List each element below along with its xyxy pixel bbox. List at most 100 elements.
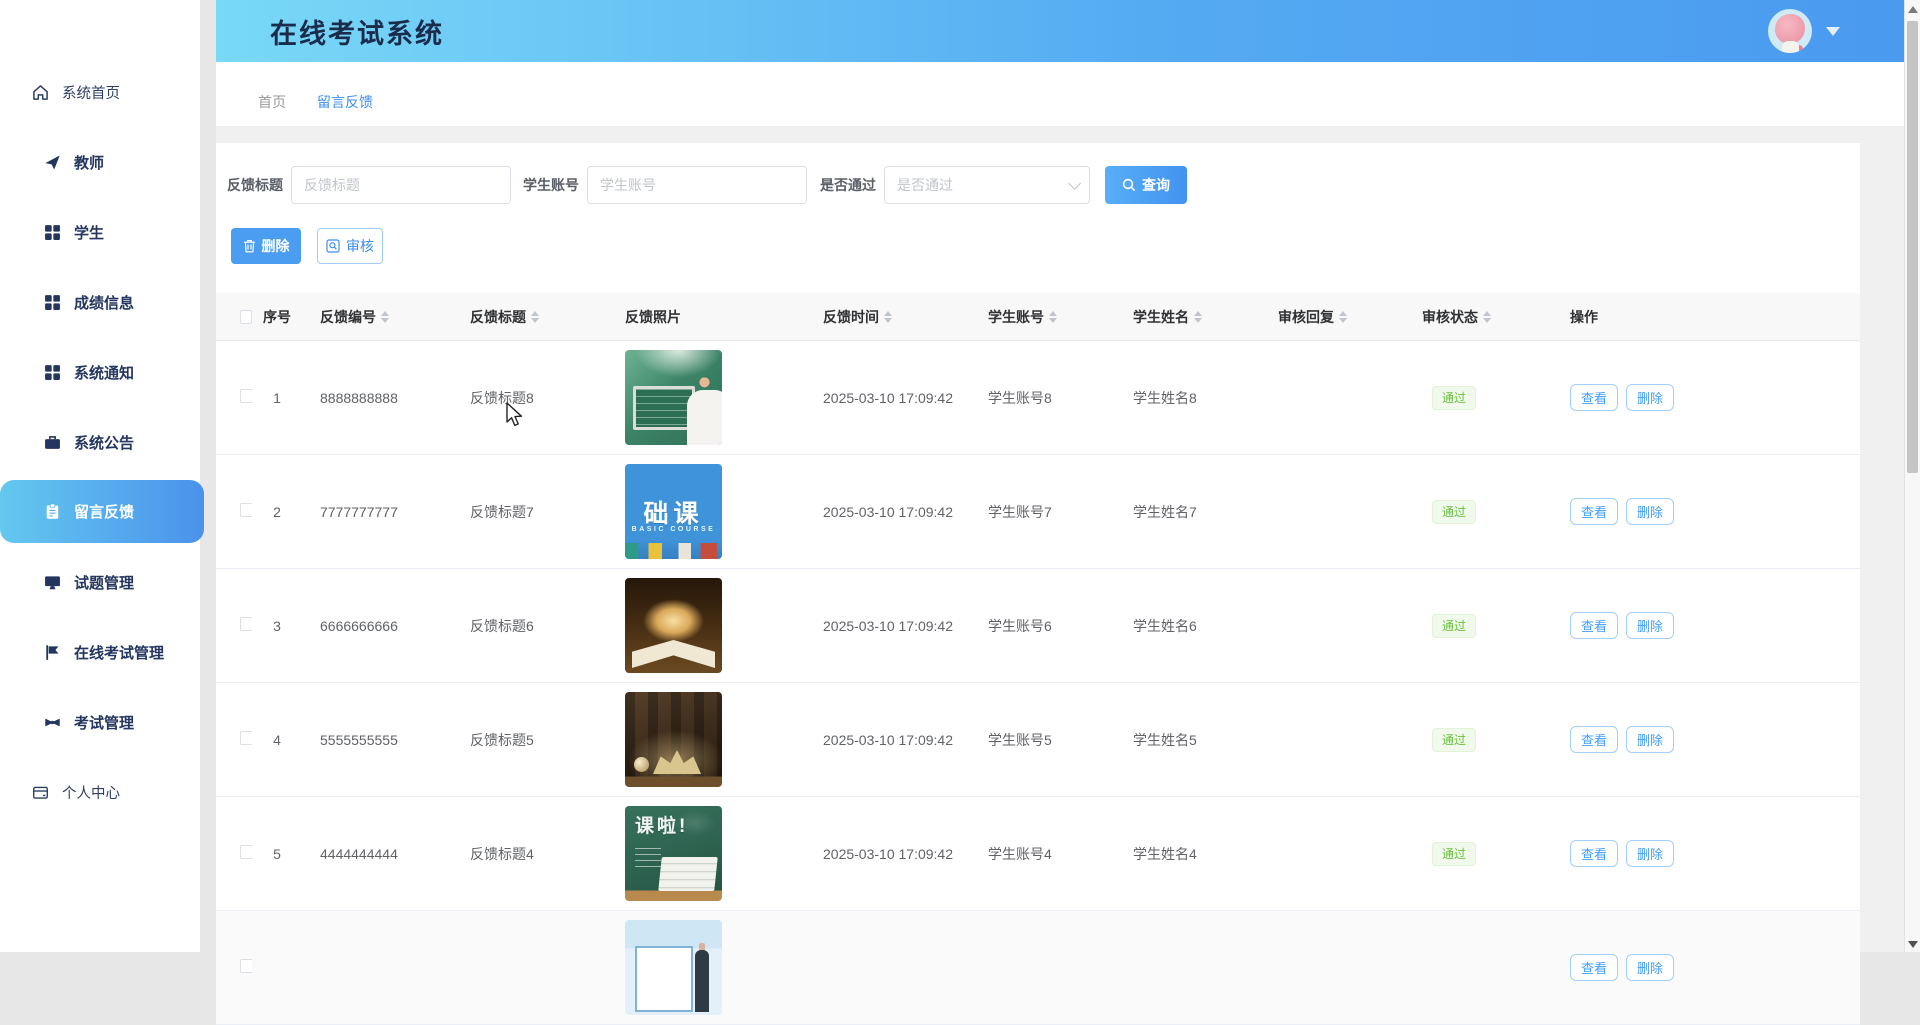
cell-index: 1: [252, 390, 302, 406]
sort-caret-icon[interactable]: [1049, 311, 1057, 323]
search-button[interactable]: 查询: [1105, 166, 1187, 204]
tab-feedback[interactable]: 留言反馈: [317, 92, 373, 112]
feedback-photo[interactable]: [625, 350, 722, 445]
sidebar-item-system-home[interactable]: 系统首页: [0, 57, 200, 127]
table-row: 1 8888888888 反馈标题8 2025-03-10 17:09:42 学…: [216, 341, 1860, 455]
col-audit-reply: 审核回复: [1260, 307, 1404, 327]
cell-feedback-title: 反馈标题8: [452, 388, 607, 408]
feedback-title-input[interactable]: [291, 166, 511, 204]
sidebar-item-label: 个人中心: [62, 782, 120, 803]
sort-caret-icon[interactable]: [884, 311, 892, 323]
table-row: 5 4444444444 反馈标题4 课啦! 2025-03-10 17:09:…: [216, 797, 1860, 911]
page-scrollbar: [1904, 0, 1920, 952]
audit-icon: [326, 239, 340, 253]
sidebar-item-online-exam-management[interactable]: 在线考试管理: [0, 617, 200, 687]
cell-student-account: 学生账号6: [970, 616, 1115, 636]
status-badge: 通过: [1432, 728, 1476, 752]
row-delete-button[interactable]: 删除: [1626, 840, 1674, 867]
row-delete-button[interactable]: 删除: [1626, 384, 1674, 411]
feedback-photo[interactable]: 础课 BASIC COURSE: [625, 464, 722, 559]
col-feedback-time: 反馈时间: [805, 307, 970, 327]
sidebar-item-label: 系统通知: [74, 362, 134, 383]
row-delete-button[interactable]: 删除: [1626, 954, 1674, 981]
sort-caret-icon[interactable]: [531, 311, 539, 323]
sidebar-item-label: 成绩信息: [74, 292, 134, 313]
tab-home[interactable]: 首页: [258, 92, 286, 112]
cell-student-name: 学生姓名4: [1115, 844, 1260, 864]
avatar[interactable]: [1768, 9, 1812, 53]
status-badge: 通过: [1432, 842, 1476, 866]
feedback-photo[interactable]: 课啦!: [625, 806, 722, 901]
col-operations: 操作: [1552, 307, 1860, 327]
row-delete-button[interactable]: 删除: [1626, 612, 1674, 639]
card-icon: [32, 784, 49, 801]
row-delete-button[interactable]: 删除: [1626, 498, 1674, 525]
feedback-photo[interactable]: [625, 692, 722, 787]
student-account-label: 学生账号: [523, 175, 579, 195]
sort-caret-icon[interactable]: [1194, 311, 1202, 323]
sidebar-item-label: 在线考试管理: [74, 642, 164, 663]
cell-student-account: 学生账号4: [970, 844, 1115, 864]
sidebar-item-students[interactable]: 学生: [0, 197, 200, 267]
select-all-checkbox[interactable]: [240, 310, 252, 324]
sidebar-item-question-management[interactable]: 试题管理: [0, 547, 200, 617]
ticket-icon: [44, 714, 61, 731]
cell-feedback-time: 2025-03-10 17:09:42: [805, 504, 970, 520]
row-checkbox[interactable]: [240, 959, 252, 973]
cell-feedback-no: 5555555555: [302, 732, 452, 748]
delete-button[interactable]: 删除: [231, 228, 301, 264]
sidebar-item-label: 教师: [74, 152, 104, 173]
row-checkbox[interactable]: [240, 845, 252, 859]
row-checkbox[interactable]: [240, 731, 252, 745]
row-checkbox[interactable]: [240, 503, 252, 517]
grid-icon: [44, 224, 61, 241]
scrollbar-thumb[interactable]: [1907, 21, 1918, 473]
status-badge: 通过: [1432, 386, 1476, 410]
feedback-photo[interactable]: [625, 578, 722, 673]
audit-button[interactable]: 审核: [317, 228, 383, 264]
sidebar-item-announcements[interactable]: 系统公告: [0, 407, 200, 477]
is-passed-select[interactable]: 是否通过: [884, 166, 1090, 204]
student-account-input[interactable]: [587, 166, 807, 204]
is-passed-label: 是否通过: [820, 175, 876, 195]
page-title: 在线考试系统: [270, 12, 444, 51]
view-button[interactable]: 查看: [1570, 498, 1618, 525]
sidebar-item-exam-management[interactable]: 考试管理: [0, 687, 200, 757]
scroll-down-arrow-icon[interactable]: [1908, 941, 1918, 948]
table-row: 2 7777777777 反馈标题7 础课 BASIC COURSE 2025-…: [216, 455, 1860, 569]
sidebar-item-feedback[interactable]: 留言反馈: [0, 480, 204, 543]
content-card: 反馈标题 学生账号 是否通过 是否通过 查询 删除 审核: [216, 143, 1860, 1014]
scroll-up-arrow-icon[interactable]: [1908, 6, 1918, 13]
sidebar-item-personal-center[interactable]: 个人中心: [0, 757, 200, 827]
search-icon: [1122, 178, 1136, 192]
table-row: 3 6666666666 反馈标题6 2025-03-10 17:09:42 学…: [216, 569, 1860, 683]
sort-caret-icon[interactable]: [1483, 311, 1491, 323]
sidebar-item-notices[interactable]: 系统通知: [0, 337, 200, 407]
cell-feedback-title: 反馈标题7: [452, 502, 607, 522]
view-button[interactable]: 查看: [1570, 954, 1618, 981]
sidebar-item-teachers[interactable]: 教师: [0, 127, 200, 197]
row-checkbox[interactable]: [240, 389, 252, 403]
sidebar-item-label: 留言反馈: [74, 501, 134, 522]
cell-student-account: 学生账号8: [970, 388, 1115, 408]
send-icon: [44, 154, 61, 171]
photo-text: 础课: [625, 494, 722, 530]
view-button[interactable]: 查看: [1570, 726, 1618, 753]
table-header: 序号 反馈编号 反馈标题 反馈照片 反馈时间 学生账号 学生姓名 审核回复 审核…: [216, 293, 1860, 341]
table-row: 查看删除: [216, 911, 1860, 1025]
cell-feedback-time: 2025-03-10 17:09:42: [805, 618, 970, 634]
table-row: 4 5555555555 反馈标题5 2025-03-10 17:09:42 学…: [216, 683, 1860, 797]
row-checkbox[interactable]: [240, 617, 252, 631]
main-area: 在线考试系统 首页 留言反馈 反馈标题 学生账号 是否通过 是否通过 查询: [216, 0, 1904, 952]
sort-caret-icon[interactable]: [381, 311, 389, 323]
cell-feedback-no: 7777777777: [302, 504, 452, 520]
chevron-down-icon[interactable]: [1826, 27, 1840, 36]
view-button[interactable]: 查看: [1570, 612, 1618, 639]
sidebar-item-grades[interactable]: 成绩信息: [0, 267, 200, 337]
sort-caret-icon[interactable]: [1339, 311, 1347, 323]
row-delete-button[interactable]: 删除: [1626, 726, 1674, 753]
feedback-photo[interactable]: [625, 920, 722, 1015]
trash-icon: [243, 239, 256, 253]
view-button[interactable]: 查看: [1570, 840, 1618, 867]
view-button[interactable]: 查看: [1570, 384, 1618, 411]
